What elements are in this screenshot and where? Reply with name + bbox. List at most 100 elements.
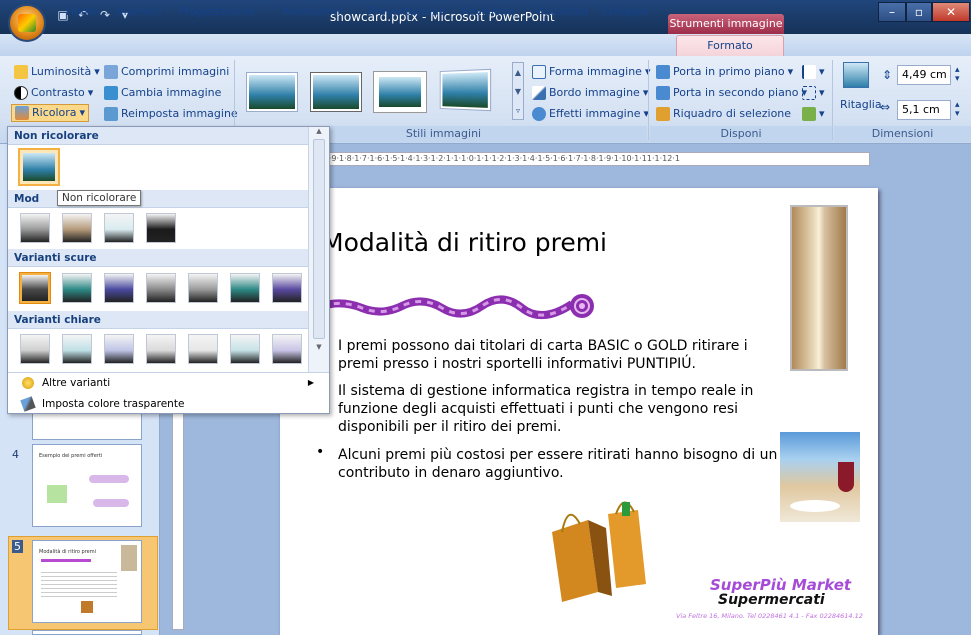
light-swatch-2[interactable] bbox=[62, 334, 92, 364]
send-backward-button[interactable]: Porta in secondo piano ▾ bbox=[656, 84, 807, 102]
mode-swatch-1[interactable] bbox=[20, 213, 50, 243]
light-swatch-6[interactable] bbox=[230, 334, 260, 364]
office-logo-icon bbox=[18, 14, 36, 32]
more-variants-item[interactable]: Altre varianti ▶ bbox=[8, 373, 324, 393]
office-button[interactable] bbox=[8, 4, 46, 42]
light-swatch-4[interactable] bbox=[146, 334, 176, 364]
submenu-arrow-icon: ▶ bbox=[307, 378, 314, 387]
dark-swatch-3[interactable] bbox=[104, 273, 134, 303]
dark-swatch-7[interactable] bbox=[272, 273, 302, 303]
light-swatch-1[interactable] bbox=[20, 334, 50, 364]
contrast-icon bbox=[14, 86, 28, 100]
width-spinner[interactable]: ▴ ▾ bbox=[955, 101, 960, 119]
style-thumb-1[interactable] bbox=[246, 72, 298, 112]
slide-thumbnail-6[interactable] bbox=[32, 630, 142, 635]
light-swatch-7[interactable] bbox=[272, 334, 302, 364]
dark-swatch-2[interactable] bbox=[62, 273, 92, 303]
palette-icon bbox=[22, 377, 34, 389]
group-button[interactable]: ▾ bbox=[802, 84, 825, 102]
shape-icon bbox=[532, 65, 546, 79]
minimize-button[interactable]: – bbox=[878, 2, 906, 22]
slide-thumbnail-3[interactable] bbox=[32, 412, 142, 440]
thumb-title: Esempio dei premi offerti bbox=[39, 453, 103, 459]
maximize-button[interactable]: ▫ bbox=[906, 2, 932, 22]
wine-dinner-image[interactable] bbox=[780, 432, 860, 522]
bullet-2[interactable]: Il sistema di gestione informatica regis… bbox=[338, 382, 780, 436]
reset-icon bbox=[104, 107, 118, 121]
bullet-3[interactable]: Alcuni premi più costosi per essere riti… bbox=[338, 446, 780, 482]
selection-pane-button[interactable]: Riquadro di selezione bbox=[656, 105, 791, 123]
light-swatch-5[interactable] bbox=[188, 334, 218, 364]
light-swatch-3[interactable] bbox=[104, 334, 134, 364]
change-picture-button[interactable]: Cambia immagine bbox=[104, 84, 221, 102]
width-field[interactable]: 5,1 cm bbox=[897, 100, 951, 120]
close-button[interactable]: ✕ bbox=[932, 2, 970, 22]
shopping-bags-image[interactable] bbox=[538, 492, 658, 604]
section-non-ricolorare: Non ricolorare bbox=[8, 127, 308, 145]
dark-swatch-1[interactable] bbox=[19, 272, 51, 304]
compress-button[interactable]: Comprimi immagini bbox=[104, 63, 229, 81]
brightness-button[interactable]: Luminosità ▾ bbox=[14, 63, 100, 81]
wine-glass bbox=[838, 462, 854, 492]
group-label-size: Dimensioni bbox=[834, 126, 971, 142]
set-transparent-color-item[interactable]: Imposta colore trasparente bbox=[8, 394, 324, 414]
rotate-button[interactable]: ▾ bbox=[802, 105, 825, 123]
thumb-shape bbox=[93, 499, 129, 507]
supermarket-aisle-image[interactable] bbox=[790, 205, 848, 371]
height-spinner[interactable]: ▴ ▾ bbox=[955, 66, 960, 84]
slide-thumbnail-5[interactable]: Modalità di ritiro premi bbox=[32, 540, 142, 623]
mode-swatch-4[interactable] bbox=[146, 213, 176, 243]
tab-view[interactable]: Visualizza bbox=[532, 2, 590, 22]
thumb-shape bbox=[89, 475, 129, 483]
contrast-button[interactable]: Contrasto ▾ bbox=[14, 84, 93, 102]
plate bbox=[790, 500, 840, 512]
bullet-marker: • bbox=[316, 444, 325, 460]
align-icon bbox=[802, 65, 816, 79]
brand-logo-bottom: Supermercati bbox=[718, 592, 825, 608]
section-varianti-scure: Varianti scure bbox=[8, 249, 308, 267]
horizontal-ruler: 10·1·9·1·8·1·7·1·6·1·5·1·4·1·3·1·2·1·1·1… bbox=[310, 152, 870, 166]
compress-icon bbox=[104, 65, 118, 79]
crop-button[interactable]: Ritaglia bbox=[840, 96, 882, 114]
tab-design[interactable]: Progettazione bbox=[178, 2, 256, 22]
style-thumb-2[interactable] bbox=[310, 72, 362, 112]
crop-icon[interactable] bbox=[843, 62, 869, 88]
bullet-1[interactable]: I premi possono dai titolari di carta BA… bbox=[338, 337, 780, 373]
mode-swatch-3[interactable] bbox=[104, 213, 134, 243]
group-label-arrange: Disponi bbox=[650, 126, 832, 142]
style-thumb-3[interactable] bbox=[373, 71, 427, 113]
bring-forward-button[interactable]: Porta in primo piano ▾ bbox=[656, 63, 793, 81]
recolor-button[interactable]: Ricolora ▾ bbox=[11, 104, 90, 122]
height-field[interactable]: 4,49 cm bbox=[897, 65, 951, 85]
height-icon: ⇕ bbox=[882, 68, 893, 82]
dark-swatch-5[interactable] bbox=[188, 273, 218, 303]
tab-animations[interactable]: Animazioni bbox=[278, 2, 348, 22]
tab-developer[interactable]: Sviluppo bbox=[596, 2, 652, 22]
gallery-scroll[interactable]: ▲ ▼ ▿ bbox=[512, 62, 524, 120]
sun-icon bbox=[14, 65, 28, 79]
slide-thumbnail-4[interactable]: Esempio dei premi offerti bbox=[32, 444, 142, 527]
picture-border-button[interactable]: Bordo immagine ▾ bbox=[532, 84, 648, 102]
reset-picture-button[interactable]: Reimposta immagine bbox=[104, 105, 238, 123]
tab-slideshow[interactable]: Presentazione bbox=[366, 2, 448, 22]
mode-swatch-2[interactable] bbox=[62, 213, 92, 243]
tab-review[interactable]: Revisione bbox=[458, 2, 518, 22]
recolor-menu-scrollbar[interactable]: ▲ ▼ bbox=[308, 127, 329, 373]
vertical-ruler bbox=[172, 400, 184, 630]
decorative-ribbon bbox=[322, 294, 594, 319]
rotate-icon bbox=[802, 107, 816, 121]
dark-swatch-6[interactable] bbox=[230, 273, 260, 303]
tooltip: Non ricolorare bbox=[57, 190, 142, 206]
group-icon bbox=[802, 86, 816, 100]
no-recolor-swatch[interactable] bbox=[18, 148, 60, 186]
recolor-menu: Non ricolorare Mod Varianti scure Varian… bbox=[7, 126, 330, 414]
bring-forward-icon bbox=[656, 65, 670, 79]
picture-shape-button[interactable]: Forma immagine▾ bbox=[532, 63, 650, 81]
tab-home[interactable]: Home bbox=[62, 2, 102, 22]
tab-insert[interactable]: Inserisci bbox=[114, 2, 164, 22]
slide-title[interactable]: Modalità di ritiro premi bbox=[322, 228, 607, 257]
picture-effects-button[interactable]: Effetti immagine ▾ bbox=[532, 105, 649, 123]
tab-format[interactable]: Formato bbox=[676, 35, 784, 57]
dark-swatch-4[interactable] bbox=[146, 273, 176, 303]
align-button[interactable]: ▾ bbox=[802, 63, 825, 81]
